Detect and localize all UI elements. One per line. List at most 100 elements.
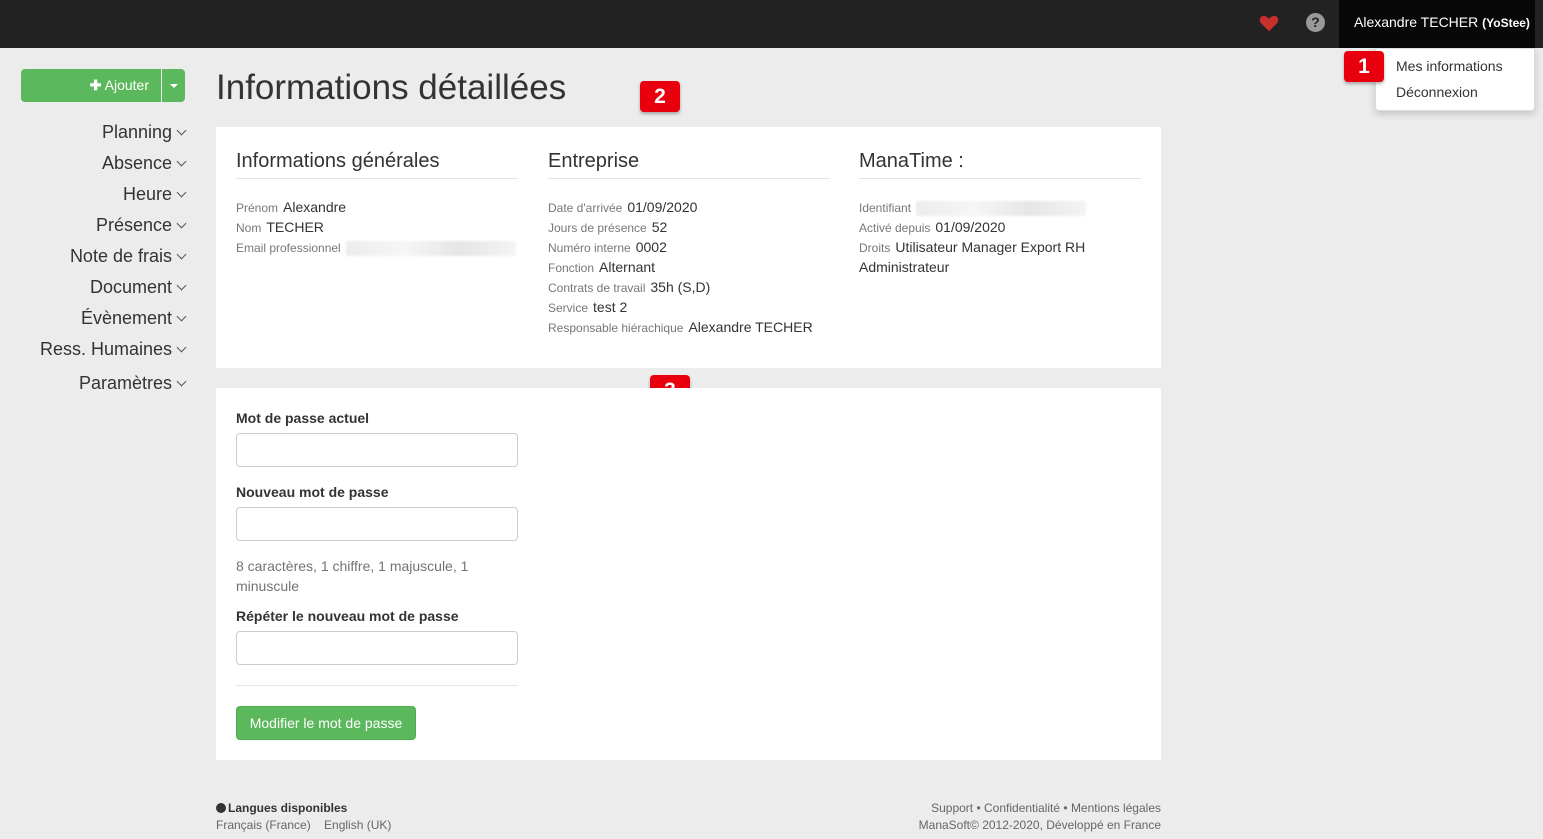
- info-value: test 2: [593, 299, 628, 315]
- info-label: Email professionnel: [236, 241, 341, 255]
- info-row-date-arrivee: Date d'arrivée 01/09/2020: [548, 199, 697, 215]
- sidebar-item-planning[interactable]: Planning: [101, 122, 187, 143]
- info-row-prenom: Prénom Alexandre: [236, 199, 346, 215]
- info-label: Prénom: [236, 201, 279, 215]
- user-menu-toggle[interactable]: Alexandre TECHER (YoStee): [1339, 0, 1535, 48]
- language-link-fr[interactable]: Français (France): [216, 818, 311, 832]
- add-dropdown-caret-icon[interactable]: [162, 69, 185, 102]
- info-panel: Informations générales Prénom Alexandre N…: [216, 127, 1161, 368]
- sidebar-item-evenement[interactable]: Évènement: [81, 308, 187, 329]
- menu-item-deconnexion[interactable]: Déconnexion: [1396, 84, 1478, 100]
- redacted-identifiant: [916, 200, 1087, 216]
- info-value: Alternant: [599, 259, 656, 275]
- sidebar-item-label: Document: [89, 277, 172, 297]
- new-password-label: Nouveau mot de passe: [236, 484, 389, 500]
- sidebar-item-heure[interactable]: Heure: [122, 184, 187, 205]
- info-row-fonction: Fonction Alternant: [548, 259, 655, 275]
- company-info-heading: Entreprise: [548, 150, 830, 179]
- sidebar-item-label: Heure: [122, 184, 172, 204]
- info-value: 52: [651, 219, 668, 235]
- info-label: Fonction: [548, 261, 595, 275]
- info-row-numero-interne: Numéro interne 0002: [548, 239, 667, 255]
- heart-icon[interactable]: [1258, 12, 1280, 34]
- copyright-text: ManaSoft© 2012-2020, Développé en France: [918, 818, 1161, 832]
- sidebar-item-absence[interactable]: Absence: [101, 153, 187, 174]
- info-row-droits: Droits Utilisateur Manager Export RH: [859, 239, 1085, 255]
- chevron-down-icon: [176, 187, 187, 198]
- info-label: Responsable hiérachique: [548, 321, 684, 335]
- add-button-group: ✚ Ajouter: [21, 69, 185, 102]
- chevron-down-icon: [176, 125, 187, 136]
- footer-link-support[interactable]: Support: [931, 801, 973, 815]
- sidebar-item-presence[interactable]: Présence: [95, 215, 187, 236]
- info-label: Droits: [859, 241, 891, 255]
- languages-title-row: Langues disponibles: [216, 801, 401, 815]
- general-info-heading: Informations générales: [236, 150, 518, 179]
- info-row-nom: Nom TECHER: [236, 219, 324, 235]
- chevron-down-icon: [176, 156, 187, 167]
- footer-link-confidentialite[interactable]: Confidentialité: [984, 801, 1060, 815]
- info-value: 01/09/2020: [627, 199, 698, 215]
- sidebar-item-label: Planning: [101, 122, 172, 142]
- info-value: Alexandre: [283, 199, 347, 215]
- sidebar-item-label: Note de frais: [69, 246, 172, 266]
- language-list: Français (France) English (UK): [216, 818, 401, 832]
- info-value: Alexandre TECHER: [688, 319, 813, 335]
- user-dropdown-menu: Mes informations Déconnexion: [1375, 48, 1535, 111]
- info-label: Service: [548, 301, 589, 315]
- menu-item-mes-informations[interactable]: Mes informations: [1396, 58, 1503, 74]
- chevron-down-icon: [176, 280, 187, 291]
- add-button-label: Ajouter: [104, 77, 149, 93]
- info-row-droits-extra: Administrateur: [859, 259, 950, 275]
- annotation-marker-2: 2: [640, 81, 680, 112]
- plus-icon: ✚: [89, 77, 102, 93]
- company-name: (YoStee): [1482, 16, 1530, 30]
- add-button[interactable]: ✚ Ajouter: [21, 69, 161, 102]
- footer-link-row: Support • Confidentialité • Mentions lég…: [919, 801, 1161, 815]
- password-rules-help: 8 caractères, 1 chiffre, 1 majuscule, 1 …: [236, 558, 469, 594]
- chevron-down-icon: [176, 218, 187, 229]
- info-row-jours-presence: Jours de présence 52: [548, 219, 667, 235]
- info-label: Nom: [236, 221, 262, 235]
- info-row-responsable: Responsable hiérachique Alexandre TECHER: [548, 319, 813, 335]
- info-value: TECHER: [266, 219, 324, 235]
- footer-languages: Langues disponibles Français (France) En…: [216, 801, 401, 832]
- new-password-input[interactable]: [236, 507, 518, 541]
- sidebar-item-label: Présence: [95, 215, 172, 235]
- info-value: 01/09/2020: [935, 219, 1006, 235]
- info-value: Utilisateur Manager Export RH: [895, 239, 1086, 255]
- current-password-input[interactable]: [236, 433, 518, 467]
- info-label: Activé depuis: [859, 221, 931, 235]
- change-password-button[interactable]: Modifier le mot de passe: [236, 706, 416, 740]
- sidebar-item-label: Absence: [101, 153, 172, 173]
- top-navbar: ? Alexandre TECHER (YoStee): [0, 0, 1543, 48]
- info-row-identifiant: Identifiant: [859, 199, 1087, 216]
- language-link-en[interactable]: English (UK): [324, 818, 391, 832]
- form-divider: [236, 685, 518, 686]
- chevron-down-icon: [176, 342, 187, 353]
- footer-link-mentions-legales[interactable]: Mentions légales: [1071, 801, 1161, 815]
- info-label: Identifiant: [859, 201, 912, 215]
- sidebar-item-document[interactable]: Document: [89, 277, 187, 298]
- sidebar-item-label: Ress. Humaines: [39, 339, 172, 359]
- sidebar-item-ress-humaines[interactable]: Ress. Humaines: [39, 339, 187, 360]
- sidebar-item-parametres[interactable]: Paramètres: [79, 373, 187, 394]
- info-label: Numéro interne: [548, 241, 631, 255]
- info-value: 0002: [635, 239, 667, 255]
- repeat-password-input[interactable]: [236, 631, 518, 665]
- current-password-label: Mot de passe actuel: [236, 410, 370, 426]
- page-title: Informations détaillées: [216, 68, 567, 107]
- chevron-down-icon: [176, 311, 187, 322]
- info-label: Jours de présence: [548, 221, 647, 235]
- password-panel: Mot de passe actuel Nouveau mot de passe…: [216, 388, 1161, 760]
- info-row-active-depuis: Activé depuis 01/09/2020: [859, 219, 1005, 235]
- footer-separator: •: [1060, 801, 1071, 815]
- chevron-down-icon: [176, 249, 187, 260]
- info-row-email: Email professionnel: [236, 239, 516, 256]
- footer-links: Support • Confidentialité • Mentions lég…: [919, 801, 1161, 832]
- info-row-contrats: Contrats de travail 35h (S,D): [548, 279, 710, 295]
- manatime-info-heading: ManaTime :: [859, 150, 1141, 179]
- sidebar-item-note-de-frais[interactable]: Note de frais: [69, 246, 187, 267]
- help-icon[interactable]: ?: [1306, 13, 1325, 32]
- redacted-email: [345, 240, 516, 256]
